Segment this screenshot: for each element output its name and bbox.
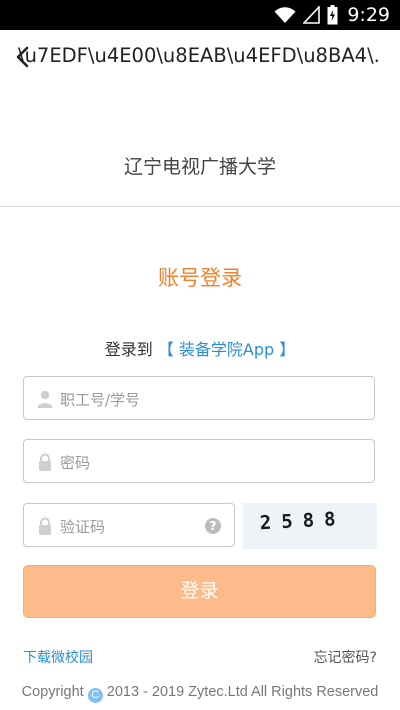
- login-to-prefix: 登录到: [104, 340, 153, 359]
- back-arrow-icon[interactable]: [14, 45, 32, 69]
- download-app-link[interactable]: 下载微校园: [23, 647, 93, 667]
- status-bar: 9:29: [0, 0, 400, 30]
- app-name: 【 装备学院App 】: [157, 340, 296, 359]
- password-field[interactable]: 密码: [23, 439, 375, 483]
- captcha-field[interactable]: 验证码 ?: [23, 503, 235, 547]
- captcha-text: 2588: [259, 508, 346, 534]
- status-icons: 9:29: [274, 3, 390, 27]
- copyright-icon: C: [87, 688, 103, 703]
- battery-icon: [327, 5, 338, 25]
- help-icon[interactable]: ?: [205, 518, 221, 534]
- lock-icon: [39, 453, 51, 471]
- captcha-image[interactable]: 2588: [243, 503, 377, 549]
- wifi-icon: [274, 7, 296, 23]
- username-placeholder: 职工号/学号: [60, 391, 141, 409]
- page-title: \u7EDF\u4E00\u8EAB\u4EFD\u8BA4\.: [18, 44, 380, 67]
- status-time: 9:29: [347, 4, 390, 26]
- password-placeholder: 密码: [60, 454, 91, 472]
- app-bar: \u7EDF\u4E00\u8EAB\u4EFD\u8BA4\.: [0, 30, 400, 86]
- login-target: 登录到 【 装备学院App 】: [0, 336, 400, 360]
- copyright-prefix: Copyright: [21, 684, 84, 700]
- login-title: 账号登录: [158, 266, 242, 290]
- forgot-password-link[interactable]: 忘记密码?: [314, 647, 377, 667]
- copyright-text: 2013 - 2019 Zytec.Ltd All Rights Reserve…: [106, 684, 379, 700]
- signal-icon: [303, 6, 321, 24]
- user-icon: [37, 390, 53, 408]
- school-name: 辽宁电视广播大学: [123, 156, 276, 178]
- captcha-glyphs: 2588: [259, 508, 346, 534]
- divider: [0, 206, 400, 207]
- username-field[interactable]: 职工号/学号: [23, 376, 375, 420]
- captcha-placeholder: 验证码: [60, 518, 106, 536]
- lock-icon: [39, 517, 51, 535]
- footer-copyright: Copyright C 2013 - 2019 Zytec.Ltd All Ri…: [0, 684, 400, 703]
- login-button[interactable]: 登录: [23, 565, 376, 618]
